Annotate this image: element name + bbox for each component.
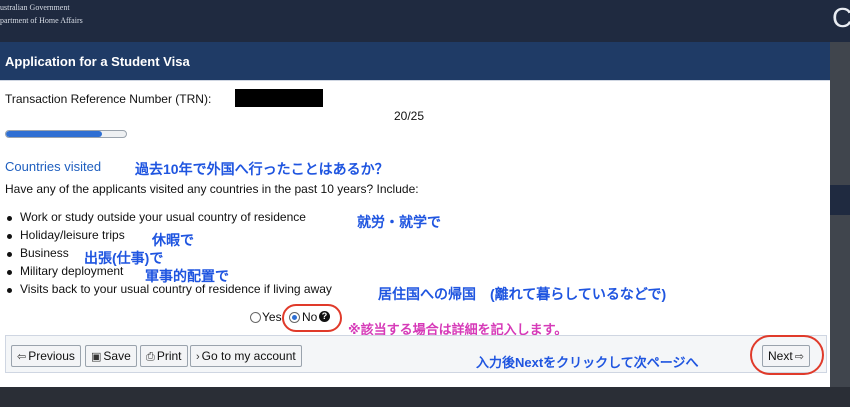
chevron-right-icon: › [196,351,200,363]
annotation-military: 軍事的配置で [145,268,229,284]
page-title: Application for a Student Visa [5,54,190,69]
navigation-bar: ⇦ Previous ▣ Save ⎙ Print › Go to my account… [5,335,827,373]
list-item: Work or study outside your usual country… [0,210,332,228]
save-button-label: Save [103,349,131,363]
annotation-visits-back: 居住国への帰国 (離れて暮らしているなどで) [378,286,667,302]
annotation-next-instruction: 入力後Nextをクリックして次ページへ [476,355,699,370]
question-text: Have any of the applicants visited any c… [5,182,419,196]
printer-icon: ⎙ [146,351,155,363]
previous-button-label: Previous [28,349,75,363]
radio-yes-label[interactable]: Yes [262,310,282,324]
print-button-label: Print [156,349,182,363]
progress-bar-fill [6,131,102,137]
bottom-edge [0,387,850,407]
include-list: Work or study outside your usual country… [0,210,332,300]
app-header: ustralian Government partment of Home Af… [0,0,850,42]
bullet-icon [7,252,12,257]
bullet-icon [7,216,12,221]
annotation-circle-next [750,335,824,375]
trn-redacted-value [235,89,323,107]
radio-yes[interactable] [250,312,261,323]
trn-label: Transaction Reference Number (TRN): [5,92,212,106]
bullet-icon [7,288,12,293]
cut-off-header-text: C [832,2,850,33]
annotation-circle-no [282,304,342,332]
window-edge [830,42,850,407]
list-item-label: Holiday/leisure trips [20,228,125,242]
annotation-business: 出張(仕事)で [84,250,164,266]
window-edge-band [830,185,850,215]
list-item-label: Work or study outside your usual country… [20,210,306,224]
go-to-account-button[interactable]: › Go to my account [190,345,302,367]
list-item-label: Business [20,246,69,260]
panel-titlebar: Application for a Student Visa [0,42,830,81]
go-to-account-button-label: Go to my account [201,349,296,363]
department-line: partment of Home Affairs [0,16,83,25]
progress-bar [5,130,127,138]
government-line: ustralian Government [0,3,70,12]
application-panel: Application for a Student Visa Transacti… [0,42,830,387]
bullet-icon [7,270,12,275]
progress-text: 20/25 [394,109,425,123]
annotation-holiday: 休暇で [152,232,194,248]
section-title: Countries visited [5,159,102,174]
previous-button[interactable]: ⇦ Previous [11,345,81,367]
floppy-disk-icon: ▣ [91,351,102,363]
annotation-section: 過去10年で外国へ行ったことはあるか？ [135,161,389,177]
save-button[interactable]: ▣ Save [85,345,137,367]
bullet-icon [7,234,12,239]
arrow-left-icon: ⇦ [17,351,27,363]
annotation-work-study: 就労・就学で [357,214,441,230]
print-button[interactable]: ⎙ Print [140,345,188,367]
